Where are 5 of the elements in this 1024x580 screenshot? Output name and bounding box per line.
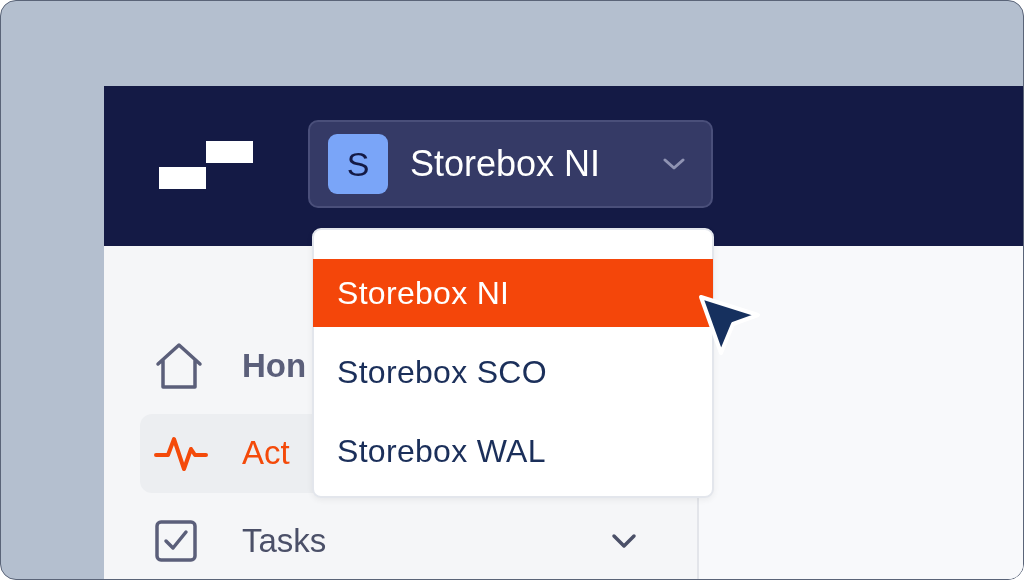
sidebar-label: Tasks (242, 521, 327, 560)
workspace-avatar: S (328, 134, 388, 194)
sidebar-label: Act (242, 434, 290, 473)
workspace-name: Storebox NI (410, 143, 601, 185)
sidebar-label: Hon (242, 347, 307, 386)
